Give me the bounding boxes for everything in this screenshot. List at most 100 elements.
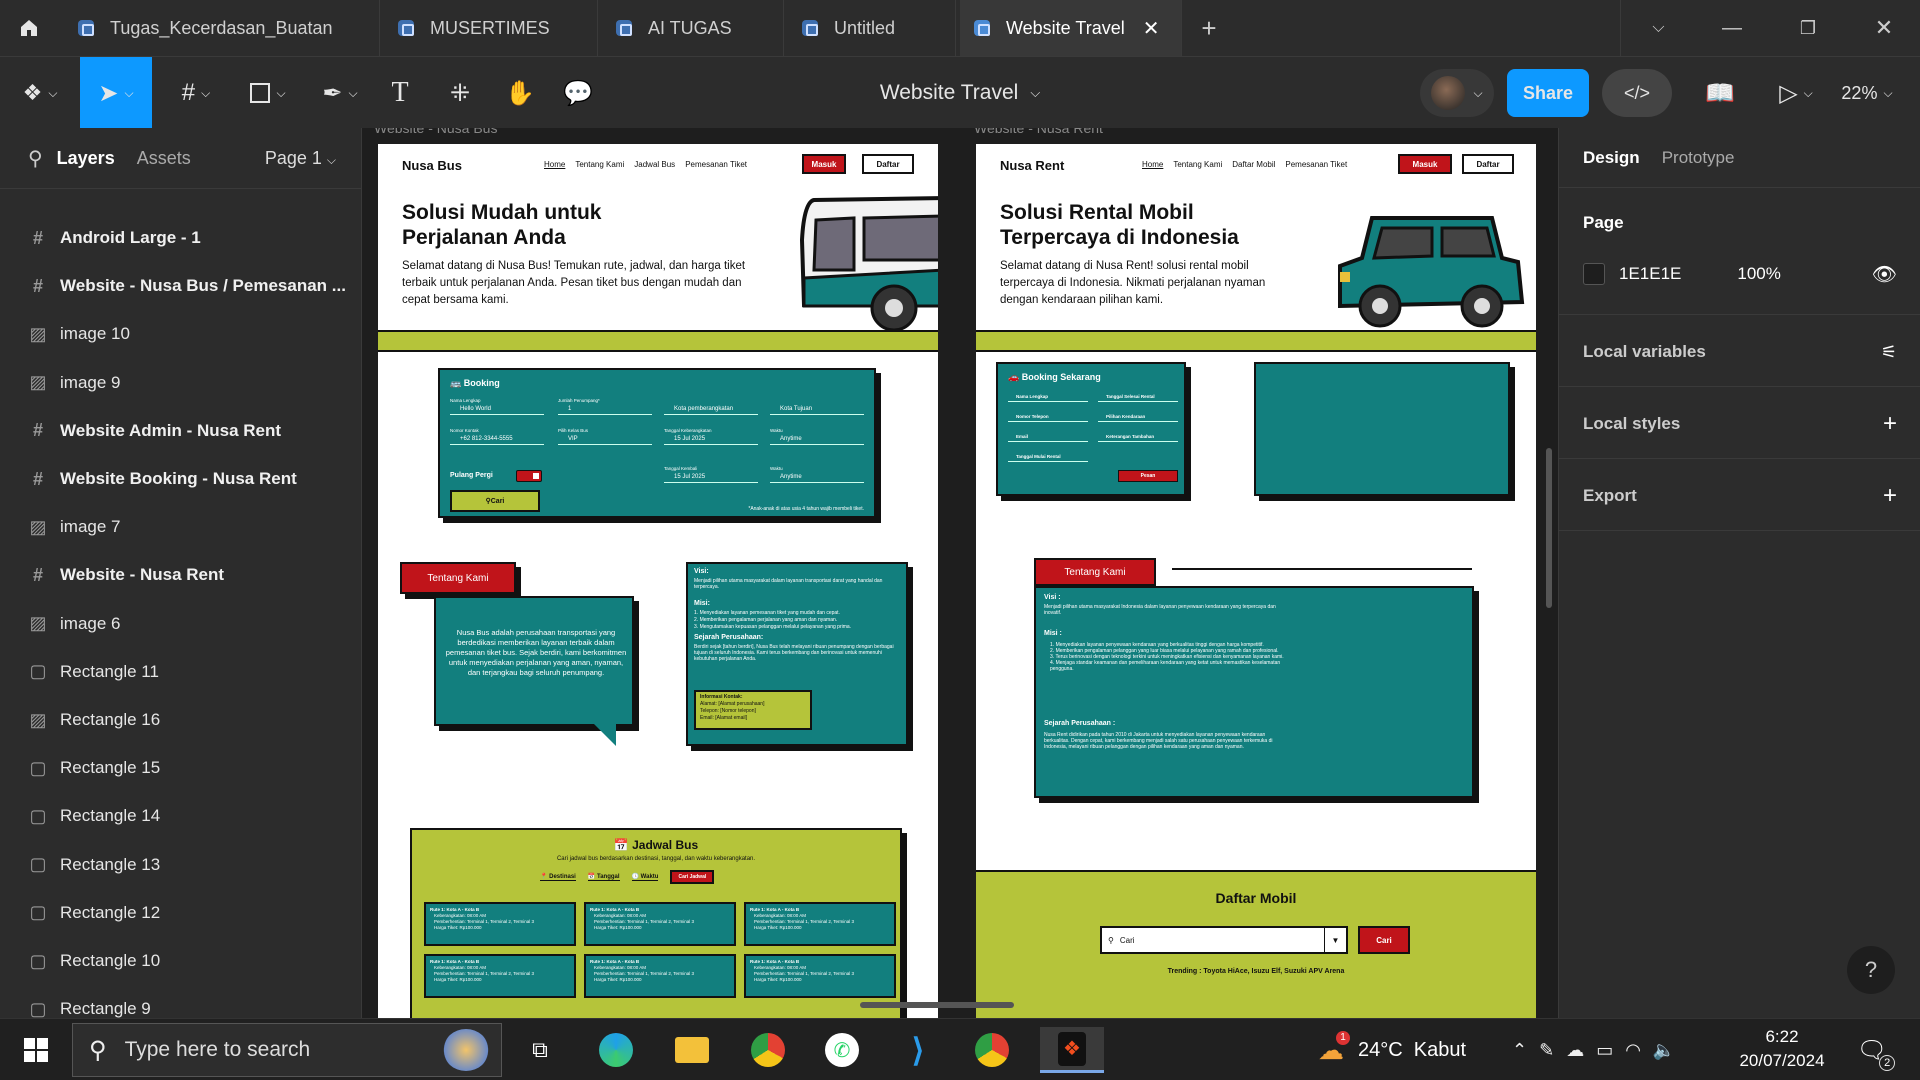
edge-app[interactable] [592,1027,640,1073]
comment-tool[interactable]: 💬 [558,57,598,129]
board-label[interactable]: Website - Nusa Rent [974,128,1103,136]
layer-item[interactable]: # Website - Nusa Rent [0,551,362,599]
layer-item[interactable]: ▢ Rectangle 15 [0,744,362,792]
booking-field[interactable]: Waktu Anytime [770,428,864,445]
close-tab-icon[interactable]: ✕ [1143,16,1160,41]
layer-item[interactable]: ▨ image 7 [0,503,362,551]
layer-item[interactable]: ▢ Rectangle 14 [0,792,362,840]
home-button[interactable] [0,0,58,56]
color-swatch[interactable] [1583,263,1605,285]
layer-item[interactable]: # Android Large - 1 [0,214,362,262]
route-card[interactable]: Rute 1: Kota A - Kota B Keberangkatan: 08… [584,954,736,998]
volume-icon[interactable]: 🔈 [1653,1040,1675,1061]
booking-field[interactable]: Email [1008,434,1088,442]
tab-tugas[interactable]: Tugas_Kecerdasan_Buatan [64,0,380,56]
filter-waktu[interactable]: 🕓 Waktu [631,873,659,881]
cari-button[interactable]: Cari [1358,926,1410,954]
chevron-up-icon[interactable]: ⌃ [1512,1040,1527,1061]
booking-search-button[interactable]: ⚲ Cari [450,490,540,512]
layer-item[interactable]: ▢ Rectangle 12 [0,889,362,937]
route-card[interactable]: Rute 1: Kota A - Kota B Keberangkatan: 08… [744,954,896,998]
close-window-button[interactable]: ✕ [1852,0,1916,56]
nav-pemesanan[interactable]: Pemesanan Tiket [685,160,747,169]
car-search-input[interactable]: ⚲ Cari ▼ [1100,926,1348,954]
booking-field[interactable]: Pilih Kelas Bus VIP [558,428,652,445]
filter-tanggal[interactable]: 📅 Tanggal [587,873,620,881]
booking-field[interactable]: Keterangan Tambahan [1098,434,1178,442]
vertical-scrollbar[interactable] [1546,448,1552,608]
local-styles-row[interactable]: Local styles + [1559,400,1920,448]
nav-home[interactable]: Home [1142,160,1163,169]
library-button[interactable]: 📖 [1700,57,1740,129]
weather-widget[interactable]: ☁ 1 24°C Kabut [1318,1027,1466,1073]
layer-item[interactable]: # Website Booking - Nusa Rent [0,455,362,503]
wifi-icon[interactable]: ◠ [1625,1040,1641,1061]
text-tool[interactable]: T [380,57,420,129]
taskbar-search[interactable]: ⚲ Type here to search [72,1023,502,1077]
battery-icon[interactable]: ▭ [1596,1040,1613,1061]
booking-field[interactable]: Tanggal Mulai Rental [1008,454,1088,462]
nav-tentang[interactable]: Tentang Kami [1173,160,1222,169]
tab-website-travel[interactable]: Website Travel ✕ [960,0,1182,56]
masuk-button[interactable]: Masuk [802,154,846,174]
chrome-app[interactable] [744,1027,792,1073]
page-selector[interactable]: Page 1 ⌵ [265,148,336,169]
minimize-button[interactable]: — [1700,0,1764,56]
booking-field[interactable]: Tanggal Selesai Rental [1098,394,1178,402]
booking-field[interactable]: Kota pemberangkatan [664,398,758,415]
layer-item[interactable]: ▢ Rectangle 11 [0,648,362,696]
layer-item[interactable]: ▨ Rectangle 16 [0,696,362,744]
tab-ai-tugas[interactable]: AI TUGAS [602,0,784,56]
layer-item[interactable]: # Website Admin - Nusa Rent [0,407,362,455]
pen-menu-icon[interactable]: ✎ [1539,1040,1554,1061]
board-nusa-rent[interactable]: Nusa Rent Home Tentang Kami Daftar Mobil… [976,144,1536,1018]
layer-item[interactable]: # Website - Nusa Bus / Pemesanan ... [0,262,362,310]
shape-tool[interactable]: ⌵ [240,57,296,129]
restore-button[interactable]: ❐ [1776,0,1840,56]
nav-home[interactable]: Home [544,160,565,169]
task-view-button[interactable]: ⧉ [516,1027,564,1073]
tab-musertimes[interactable]: MUSERTIMES [384,0,598,56]
onedrive-icon[interactable]: ☁ [1566,1040,1584,1061]
page-color-input[interactable]: 1E1E1E [1619,264,1681,284]
pen-tool[interactable]: ✒ ⌵ [312,57,368,129]
route-card[interactable]: Rute 1: Kota A - Kota B Keberangkatan: 08… [744,902,896,946]
layer-item[interactable]: ▢ Rectangle 10 [0,937,362,985]
layer-item[interactable]: ▨ image 10 [0,310,362,358]
booking-field[interactable]: Tanggal Kembali 15 Jul 2025 [664,466,758,483]
search-layers-icon[interactable]: ⚲ [28,146,43,171]
vscode-app[interactable]: ⟩ [894,1027,942,1073]
booking-field[interactable]: Nama Lengkap [1008,394,1088,402]
route-card[interactable]: Rute 1: Kota A - Kota B Keberangkatan: 08… [424,902,576,946]
canvas[interactable]: Website - Nusa Bus Website - Nusa Rent N… [362,128,1558,1018]
nav-daftar-mobil[interactable]: Daftar Mobil [1232,160,1275,169]
resources-tool[interactable]: ⁜ [440,57,480,129]
start-button[interactable] [12,1027,60,1073]
dropdown-icon[interactable]: ▼ [1324,928,1346,952]
figma-app[interactable]: ❖ [1040,1027,1104,1073]
layer-item[interactable]: ▨ image 9 [0,359,362,407]
pesan-button[interactable]: Pesan [1118,470,1178,482]
tab-layers[interactable]: Layers [57,148,115,169]
board-nusa-bus[interactable]: Nusa Bus Home Tentang Kami Jadwal Bus Pe… [378,144,938,1018]
tab-design[interactable]: Design [1583,148,1640,168]
export-row[interactable]: Export + [1559,472,1920,520]
variables-icon[interactable]: ⚟ [1881,342,1897,363]
tab-untitled[interactable]: Untitled [788,0,956,56]
local-variables-row[interactable]: Local variables ⚟ [1559,328,1920,376]
dev-mode-toggle[interactable]: </> [1602,69,1672,117]
nav-tentang[interactable]: Tentang Kami [575,160,624,169]
new-tab-button[interactable]: + [1188,0,1230,56]
booking-field[interactable]: Waktu Anytime [770,466,864,483]
share-button[interactable]: Share [1507,69,1589,117]
booking-field[interactable]: Tanggal Keberangkatan 15 Jul 2025 [664,428,758,445]
frame-tool[interactable]: # ⌵ [168,57,224,129]
move-tool[interactable]: ➤ ⌵ [80,57,152,129]
clock[interactable]: 6:22 20/07/2024 [1722,1025,1842,1073]
eye-icon[interactable]: 👁 [1872,262,1897,287]
daftar-button[interactable]: Daftar [862,154,914,174]
main-menu-button[interactable]: ❖ ⌵ [14,57,66,129]
file-title[interactable]: Website Travel ⌵ [860,57,1060,129]
whatsapp-app[interactable]: ✆ [818,1027,866,1073]
tab-prototype[interactable]: Prototype [1662,148,1735,168]
